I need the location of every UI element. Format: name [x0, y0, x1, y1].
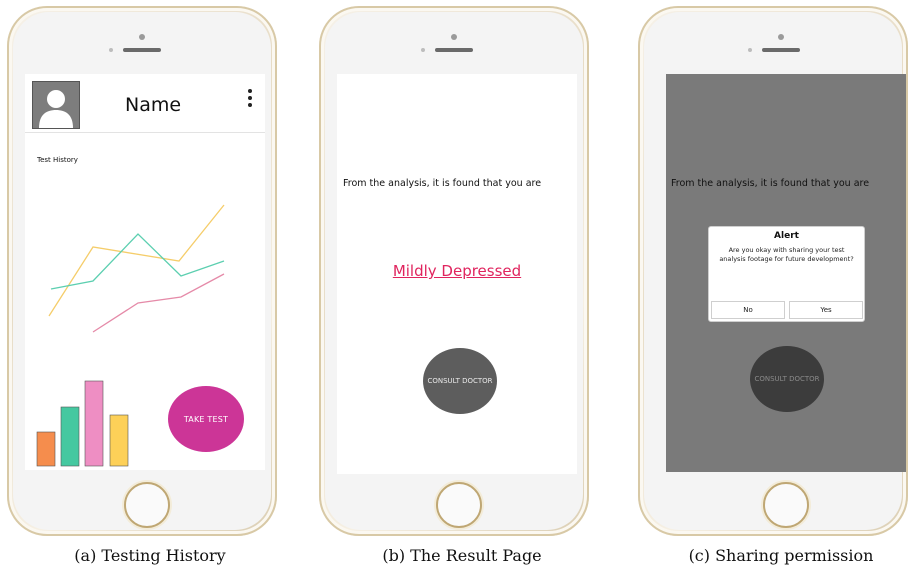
figure-c: From the analysis, it is found that you … — [638, 0, 912, 579]
speaker-grille — [123, 48, 161, 52]
caption-a: (a) Testing History — [74, 546, 226, 565]
history-line-yellow — [48, 204, 225, 317]
history-line-pink — [92, 273, 225, 333]
result-description: From the analysis, it is found that you … — [343, 178, 542, 189]
home-button[interactable] — [124, 482, 170, 528]
caption-b: (b) The Result Page — [382, 546, 542, 565]
caption-c: (c) Sharing permission — [688, 546, 874, 565]
sensor-icon — [421, 48, 425, 52]
sensor-icon — [748, 48, 752, 52]
history-line-teal — [50, 233, 225, 290]
consult-doctor-button: CONSULT DOCTOR — [750, 346, 824, 412]
speaker-grille — [435, 48, 473, 52]
take-test-button[interactable]: TAKE TEST — [168, 386, 244, 452]
alert-message: Are you okay with sharing your test anal… — [719, 246, 854, 263]
result-description: From the analysis, it is found that you … — [671, 178, 870, 189]
screen-result-page: From the analysis, it is found that you … — [337, 74, 577, 474]
phone-frame: Name Test History TAKE TEST — [7, 6, 277, 536]
alert-title: Alert — [774, 231, 799, 241]
history-bar-orange — [36, 431, 56, 467]
phone-bezel: From the analysis, it is found that you … — [644, 12, 906, 530]
home-button[interactable] — [436, 482, 482, 528]
camera-icon — [139, 34, 145, 40]
consult-doctor-button[interactable]: CONSULT DOCTOR — [423, 348, 497, 414]
figure-b: From the analysis, it is found that you … — [319, 0, 605, 579]
screen-testing-history: Name Test History TAKE TEST — [25, 74, 265, 470]
phone-bezel: Name Test History TAKE TEST — [13, 12, 271, 530]
history-bar-pink — [84, 380, 104, 467]
phone-frame: From the analysis, it is found that you … — [638, 6, 908, 536]
phone-frame: From the analysis, it is found that you … — [319, 6, 589, 536]
result-value-link[interactable]: Mildly Depressed — [337, 262, 577, 280]
alert-yes-button[interactable]: Yes — [789, 301, 863, 319]
sensor-icon — [109, 48, 113, 52]
alert-dialog: Alert Are you okay with sharing your tes… — [708, 226, 865, 322]
camera-icon — [778, 34, 784, 40]
camera-icon — [451, 34, 457, 40]
alert-no-button[interactable]: No — [711, 301, 785, 319]
figure-a: Name Test History TAKE TEST (a) Testing … — [7, 0, 293, 579]
history-bar-yellow — [109, 414, 129, 467]
phone-bezel: From the analysis, it is found that you … — [325, 12, 583, 530]
speaker-grille — [762, 48, 800, 52]
home-button[interactable] — [763, 482, 809, 528]
history-bar-green — [60, 406, 80, 467]
screen-sharing-permission: From the analysis, it is found that you … — [666, 74, 906, 472]
